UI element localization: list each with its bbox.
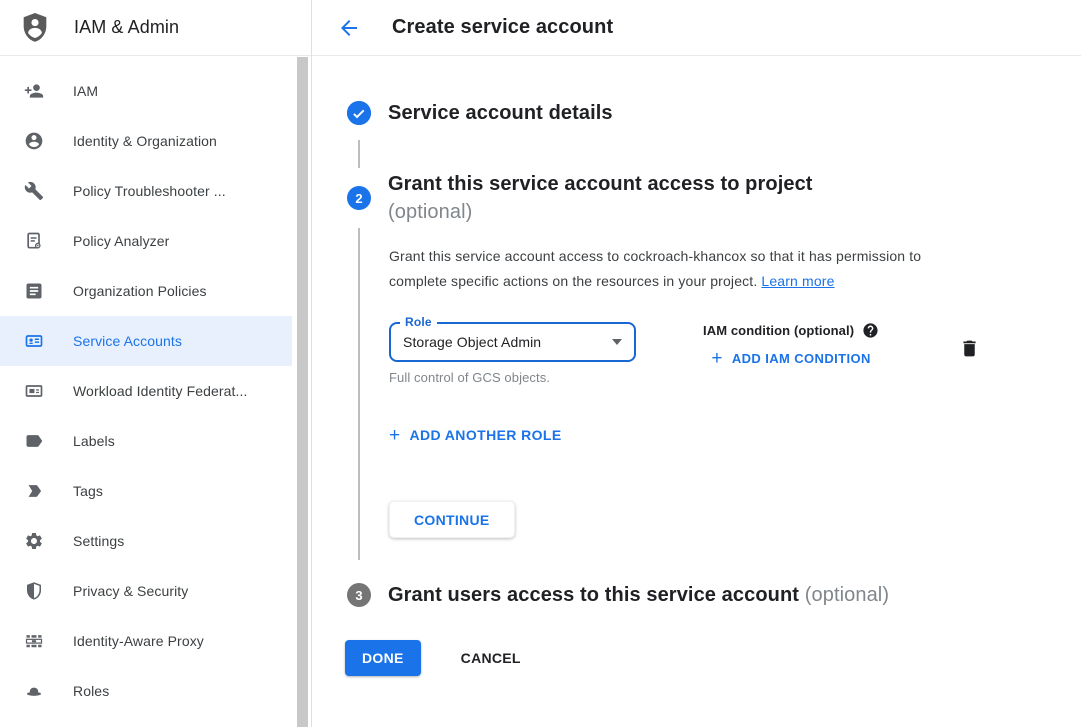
page-title: Create service account [392,16,613,39]
step-2-body: Grant this service account access to coc… [389,244,981,538]
document-icon [24,281,44,301]
plus-icon: + [389,429,401,442]
wrench-icon [24,181,44,201]
sidebar-item-tags[interactable]: Tags [0,466,292,516]
iam-admin-app: IAM & Admin IAM Identity & Organization … [0,0,1081,727]
sidebar-item-policy-troubleshooter[interactable]: Policy Troubleshooter ... [0,166,292,216]
account-circle-icon [24,131,44,151]
iam-condition-label: IAM condition (optional) [703,323,854,338]
role-select-label: Role [400,315,437,329]
product-title: IAM & Admin [74,17,179,38]
add-iam-condition-button[interactable]: + ADD IAM CONDITION [703,345,878,372]
service-account-badge-icon [24,331,44,351]
description-text: Grant this service account access to coc… [389,248,921,289]
sidebar-item-service-accounts[interactable]: Service Accounts [0,316,292,366]
sidebar-nav: IAM Identity & Organization Policy Troub… [0,56,311,716]
sidebar-item-label: Identity & Organization [73,133,217,149]
delete-role-trash-icon[interactable] [957,338,981,362]
iam-condition-label-row: IAM condition (optional) [703,322,879,339]
sidebar-item-label: IAM [73,83,98,99]
step-3-header: 3 Grant users access to this service acc… [347,583,889,607]
sidebar: IAM & Admin IAM Identity & Organization … [0,0,312,727]
step-2-title: Grant this service account access to pro… [388,170,813,226]
step-3-optional-label: (optional) [805,584,889,606]
sidebar-item-label: Privacy & Security [73,583,188,599]
step-1-service-account-details: Service account details [347,101,613,125]
step-2-description: Grant this service account access to coc… [389,244,981,294]
person-add-icon [24,81,44,101]
id-card-icon [24,381,44,401]
sidebar-item-identity-aware-proxy[interactable]: Identity-Aware Proxy [0,616,292,666]
sidebar-item-label: Organization Policies [73,283,207,299]
sidebar-item-label: Workload Identity Federat... [73,383,248,399]
sidebar-item-label: Identity-Aware Proxy [73,633,204,649]
step-1-title: Service account details [388,102,613,125]
tag-arrow-icon [24,481,44,501]
step-3-number-badge: 3 [347,583,371,607]
iam-shield-logo-icon [20,12,50,44]
sidebar-item-settings[interactable]: Settings [0,516,292,566]
sidebar-item-label: Policy Analyzer [73,233,169,249]
sidebar-item-labels[interactable]: Labels [0,416,292,466]
wizard-content: Service account details 2 Grant this ser… [312,56,1081,727]
sidebar-item-policy-analyzer[interactable]: Policy Analyzer [0,216,292,266]
add-another-role-row: + ADD ANOTHER ROLE [381,421,981,449]
step-2-title-text: Grant this service account access to pro… [388,170,813,198]
step-2-number-badge: 2 [347,186,371,210]
sidebar-item-label: Roles [73,683,109,699]
step-2-optional-label: (optional) [388,198,813,226]
role-select-value: Storage Object Admin [403,334,541,350]
sidebar-item-label: Labels [73,433,115,449]
main-panel: Create service account Service account d… [312,0,1081,727]
chevron-down-icon [612,339,622,345]
help-icon[interactable] [862,322,879,339]
stepper-connector [358,140,360,168]
iam-condition-column: IAM condition (optional) + ADD IAM CONDI… [703,322,879,372]
proxy-layers-icon [24,631,44,651]
role-helper-text: Full control of GCS objects. [389,370,636,385]
sidebar-item-organization-policies[interactable]: Organization Policies [0,266,292,316]
sidebar-item-label: Tags [73,483,103,499]
sidebar-item-label: Settings [73,533,124,549]
sidebar-item-label: Policy Troubleshooter ... [73,183,226,199]
sidebar-header: IAM & Admin [0,0,311,56]
gear-icon [24,531,44,551]
continue-button[interactable]: CONTINUE [389,501,515,538]
main-header: Create service account [312,0,1081,56]
step-3-title: Grant users access to this service accou… [388,584,889,607]
sidebar-item-identity-organization[interactable]: Identity & Organization [0,116,292,166]
role-row: Role Storage Object Admin Full control o… [389,322,981,385]
done-button[interactable]: DONE [345,640,421,676]
role-column: Role Storage Object Admin Full control o… [389,322,636,385]
sidebar-item-iam[interactable]: IAM [0,66,292,116]
sidebar-item-workload-identity-federation[interactable]: Workload Identity Federat... [0,366,292,416]
cancel-button[interactable]: CANCEL [453,642,529,674]
add-another-role-label: ADD ANOTHER ROLE [410,427,562,443]
sidebar-item-privacy-security[interactable]: Privacy & Security [0,566,292,616]
step-1-complete-check-icon [347,101,371,125]
role-select[interactable]: Role Storage Object Admin [389,322,636,362]
hat-icon [24,681,44,701]
step-2-header: 2 Grant this service account access to p… [347,170,813,226]
stepper-connector [358,228,360,560]
step-3-title-text: Grant users access to this service accou… [388,584,799,606]
label-tag-icon [24,431,44,451]
add-iam-condition-label: ADD IAM CONDITION [732,351,871,366]
shield-icon [24,581,44,601]
learn-more-link[interactable]: Learn more [761,273,834,289]
sidebar-item-roles[interactable]: Roles [0,666,292,716]
document-gear-icon [24,231,44,251]
sidebar-item-label: Service Accounts [73,333,182,349]
plus-icon: + [711,352,723,365]
form-actions: DONE CANCEL [345,640,529,676]
back-arrow-icon[interactable] [337,16,361,40]
sidebar-scrollbar[interactable] [297,57,308,727]
add-another-role-button[interactable]: + ADD ANOTHER ROLE [381,421,570,449]
